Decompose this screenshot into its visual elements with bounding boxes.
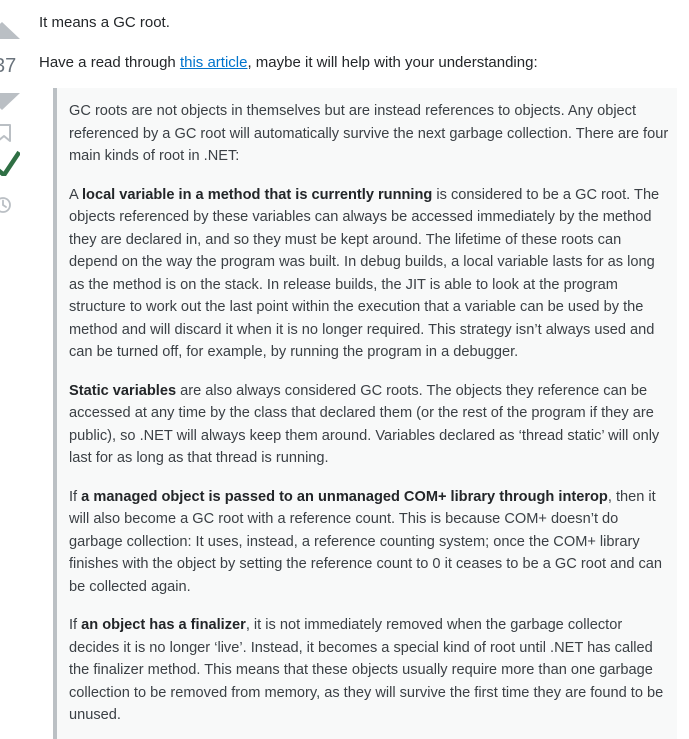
accepted-checkmark-icon (0, 150, 20, 176)
quote-p3-bold: Static variables (69, 382, 177, 399)
answer-read-line: Have a read through this article, maybe … (39, 52, 677, 75)
downvote-icon[interactable] (0, 93, 20, 110)
quote-p2-rest: is considered to be a GC root. The objec… (69, 186, 660, 361)
quote-p4-prefix: If (69, 488, 82, 505)
vote-column: 37 (0, 0, 24, 739)
quote-paragraph-3: Static variables are also always conside… (69, 380, 671, 470)
history-clock-icon[interactable] (0, 196, 12, 214)
bookmark-icon[interactable] (0, 124, 11, 142)
answer-body: It means a GC root. Have a read through … (39, 12, 677, 91)
quote-p2-prefix: A (69, 186, 82, 203)
quote-p5-prefix: If (69, 617, 82, 633)
vote-count: 37 (0, 55, 17, 77)
quote-p4-bold: a managed object is passed to an unmanag… (81, 488, 608, 505)
article-quote: GC roots are not objects in themselves b… (53, 88, 677, 739)
quote-p2-bold: local variable in a method that is curre… (81, 186, 433, 203)
read-suffix: , maybe it will help with your understan… (247, 53, 538, 71)
quote-paragraph-5: If an object has a finalizer, it is not … (69, 614, 671, 727)
article-link[interactable]: this article (180, 54, 248, 71)
quote-p5-bold: an object has a finalizer (81, 617, 246, 633)
upvote-icon[interactable] (0, 22, 20, 39)
read-prefix: Have a read through (39, 53, 180, 71)
answer-intro: It means a GC root. (39, 14, 170, 31)
quote-paragraph-1: GC roots are not objects in themselves b… (69, 103, 669, 164)
quote-paragraph-2: A local variable in a method that is cur… (69, 184, 671, 364)
quote-paragraph-4: If a managed object is passed to an unma… (69, 486, 671, 599)
